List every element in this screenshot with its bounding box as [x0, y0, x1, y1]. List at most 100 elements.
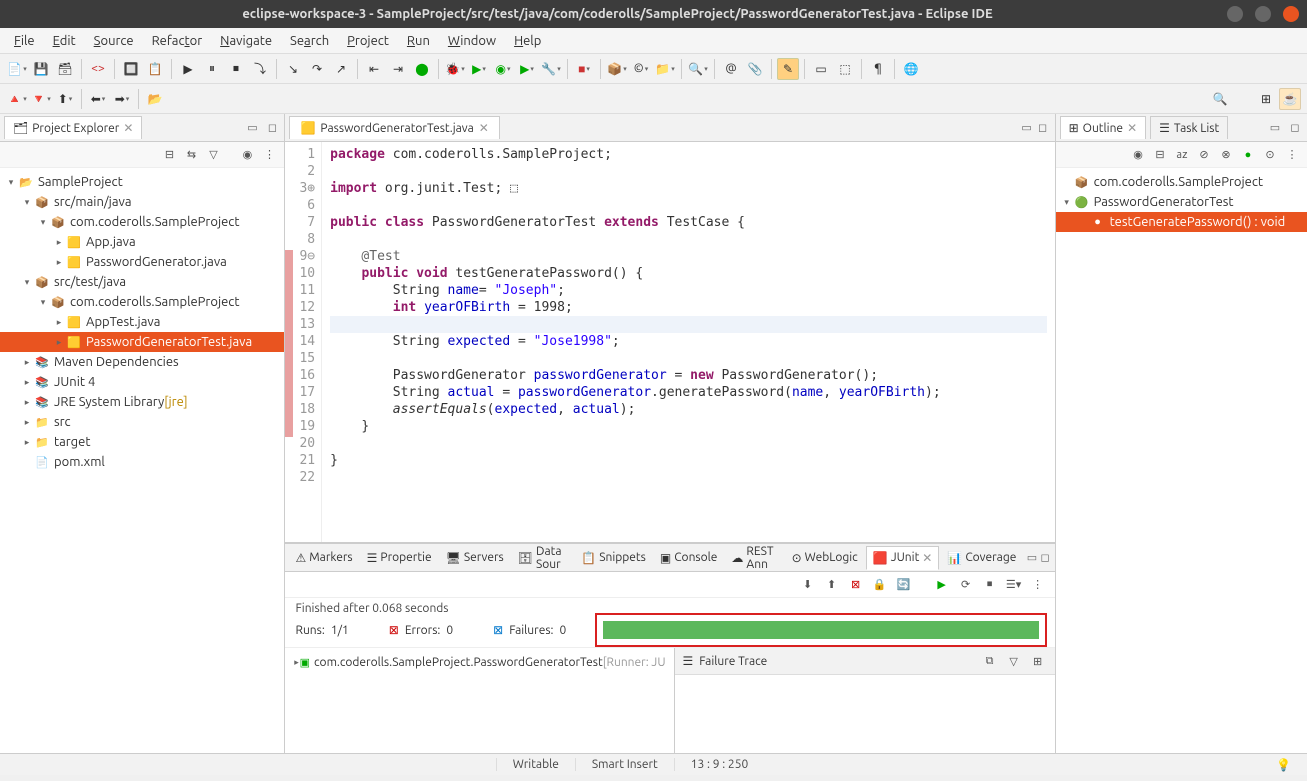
hide-fields-icon[interactable]: ⊘ — [1195, 146, 1213, 164]
open-task-button[interactable]: 📋 — [144, 58, 166, 80]
tree-node[interactable]: 📦com.coderolls.SampleProject — [1056, 172, 1307, 192]
tab-junit[interactable]: 🟥JUnit ✕ — [866, 546, 940, 570]
step-over-button[interactable]: ↷ — [306, 58, 328, 80]
focus-icon[interactable]: ◉ — [238, 146, 256, 164]
back-button[interactable]: ⬅▾ — [87, 88, 109, 110]
tab-coverage[interactable]: 📊Coverage — [941, 547, 1022, 569]
nav-button-1[interactable]: 🔺▾ — [6, 88, 28, 110]
resume-button[interactable]: ▶ — [177, 58, 199, 80]
expand-arrow-icon[interactable]: ▸ — [20, 437, 34, 448]
expand-arrow-icon[interactable]: ▾ — [1060, 197, 1074, 208]
maximize-bottom-icon[interactable]: ◻ — [1039, 550, 1050, 566]
menu-search[interactable]: Search — [282, 31, 337, 51]
next-failure-icon[interactable]: ⬇ — [799, 576, 817, 594]
close-editor-icon[interactable]: ✕ — [479, 121, 489, 135]
expand-arrow-icon[interactable]: ▸ — [52, 257, 66, 268]
expand-arrow-icon[interactable]: ▸ — [52, 317, 66, 328]
menu-window[interactable]: Window — [440, 31, 504, 51]
expand-arrow-icon[interactable]: ▾ — [36, 217, 50, 228]
expand-arrow-icon[interactable]: ▸ — [52, 237, 66, 248]
drop-frame-button[interactable]: ⇤ — [363, 58, 385, 80]
tree-node[interactable]: ▸🟨PasswordGenerator.java — [0, 252, 284, 272]
search-button[interactable]: 🔍▾ — [687, 58, 709, 80]
menu-navigate[interactable]: Navigate — [212, 31, 280, 51]
link-editor-icon[interactable]: ⇆ — [182, 146, 200, 164]
minimize-view-icon[interactable]: ▭ — [244, 120, 260, 136]
outline-menu-icon[interactable]: ⋮ — [1283, 146, 1301, 164]
step-return-button[interactable]: ↗ — [330, 58, 352, 80]
project-explorer-tab[interactable]: 🗂 Project Explorer ✕ — [4, 116, 142, 139]
tree-node[interactable]: ▾📦com.coderolls.SampleProject — [0, 292, 284, 312]
expand-arrow-icon[interactable]: ▾ — [20, 277, 34, 288]
outline-tab[interactable]: ⊞ Outline ✕ — [1060, 116, 1147, 139]
tree-node[interactable]: ●testGeneratePassword() : void — [1056, 212, 1307, 232]
close-icon[interactable]: ✕ — [123, 121, 133, 135]
step-into-button[interactable]: ↘ — [282, 58, 304, 80]
tree-node[interactable]: ▾📦src/main/java — [0, 192, 284, 212]
nav-button-3[interactable]: ⬆▾ — [54, 88, 76, 110]
failures-only-icon[interactable]: ⊠ — [847, 576, 865, 594]
expand-arrow-icon[interactable]: ▸ — [20, 357, 34, 368]
external-tools-button[interactable]: 🔧▾ — [540, 58, 562, 80]
minimize-outline-icon[interactable]: ▭ — [1267, 120, 1283, 136]
stop-icon[interactable]: ⏹ — [981, 576, 999, 594]
tree-node[interactable]: ▸🟨AppTest.java — [0, 312, 284, 332]
new-package-button[interactable]: 📁▾ — [654, 58, 676, 80]
minimize-button[interactable] — [1227, 6, 1243, 22]
expand-arrow-icon[interactable]: ▸ — [20, 417, 34, 428]
forward-button[interactable]: ➡▾ — [111, 88, 133, 110]
step-filters-button[interactable]: ⇥ — [387, 58, 409, 80]
expand-arrow-icon[interactable]: ▸ — [20, 377, 34, 388]
prev-failure-icon[interactable]: ⬆ — [823, 576, 841, 594]
hide-local-icon[interactable]: ⊙ — [1261, 146, 1279, 164]
line-gutter[interactable]: 123⊕6 789⊖10 11121314 15161718 19202122 — [285, 142, 322, 542]
new-server-button[interactable]: ■▾ — [573, 58, 595, 80]
view-menu-icon[interactable]: ⋮ — [260, 146, 278, 164]
code-editor[interactable]: 123⊕6 789⊖10 11121314 15161718 19202122 … — [285, 142, 1054, 542]
filter-icon[interactable]: ▽ — [204, 146, 222, 164]
open-type-button[interactable]: 🔲 — [120, 58, 142, 80]
expand-arrow-icon[interactable]: ▸ — [20, 397, 34, 408]
rerun-failed-icon[interactable]: ⟳ — [957, 576, 975, 594]
debug-button[interactable]: 🐞▾ — [444, 58, 466, 80]
toggle-button[interactable]: 📎 — [744, 58, 766, 80]
web-browser-button[interactable]: 🌐 — [900, 58, 922, 80]
tree-node[interactable]: ▸📁target — [0, 432, 284, 452]
menu-run[interactable]: Run — [399, 31, 438, 51]
compare-icon[interactable]: ⧉ — [981, 652, 999, 670]
expand-arrow-icon[interactable]: ▸ — [52, 337, 66, 348]
filter-trace-icon[interactable]: ▽ — [1005, 652, 1023, 670]
suspend-button[interactable]: ⏸ — [201, 58, 223, 80]
menu-help[interactable]: Help — [506, 31, 549, 51]
highlight-button[interactable]: ✎ — [777, 58, 799, 80]
menu-file[interactable]: File — [6, 31, 43, 51]
tip-icon[interactable]: 💡 — [1276, 759, 1291, 772]
tab-properties[interactable]: ☰Propertie — [361, 547, 438, 569]
tree-node[interactable]: ▸🟨App.java — [0, 232, 284, 252]
save-button[interactable]: 💾 — [30, 58, 52, 80]
disconnect-button[interactable]: ⤵ — [249, 58, 271, 80]
code-content[interactable]: package com.coderolls.SampleProject; imp… — [322, 142, 1054, 542]
junit-test-tree[interactable]: ▸ ▣ com.coderolls.SampleProject.Password… — [285, 648, 673, 753]
expand-arrow-icon[interactable]: ▾ — [4, 177, 18, 188]
minimize-editor-icon[interactable]: ▭ — [1019, 120, 1035, 136]
tab-console[interactable]: ▣Console — [654, 547, 724, 569]
tree-node[interactable]: ▸📚JUnit 4 — [0, 372, 284, 392]
nav-button-2[interactable]: 🔻▾ — [30, 88, 52, 110]
collapse-all-icon[interactable]: ⊟ — [160, 146, 178, 164]
maximize-button[interactable] — [1255, 6, 1271, 22]
tree-node[interactable]: ▸📚Maven Dependencies — [0, 352, 284, 372]
history-icon[interactable]: ☰▾ — [1005, 576, 1023, 594]
save-all-button[interactable]: 🗃 — [54, 58, 76, 80]
new-button[interactable]: 📄▾ — [6, 58, 28, 80]
run-button[interactable]: ▶▾ — [468, 58, 490, 80]
rerun-icon[interactable]: 🔄 — [895, 576, 913, 594]
tasklist-tab[interactable]: ☰ Task List — [1150, 116, 1228, 139]
new-wizard-button[interactable]: 📂 — [144, 88, 166, 110]
coverage-button[interactable]: ◉▾ — [492, 58, 514, 80]
show-whitespace-button[interactable]: ⬚ — [834, 58, 856, 80]
block-sel-button[interactable]: ▭ — [810, 58, 832, 80]
maximize-outline-icon[interactable]: ◻ — [1287, 120, 1303, 136]
java-perspective-button[interactable]: ☕ — [1279, 88, 1301, 110]
tab-rest[interactable]: ☁REST Ann — [725, 541, 783, 575]
